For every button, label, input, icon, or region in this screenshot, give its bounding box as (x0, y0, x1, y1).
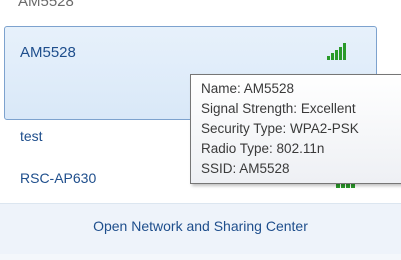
flyout-bottom-edge (0, 254, 401, 260)
network-name-selected[interactable]: AM5528 (20, 44, 76, 61)
network-item-top-partial-label: AM5528 (18, 0, 74, 9)
tooltip-ssid: SSID: AM5528 (201, 161, 290, 176)
network-details-tooltip: Name: AM5528 Signal Strength: Excellent … (190, 74, 401, 184)
open-network-sharing-center-link[interactable]: Open Network and Sharing Center (0, 218, 401, 234)
tooltip-radio-type: Radio Type: 802.11n (201, 141, 325, 156)
network-flyout: AM5528 AM5528 test RSC-AP630 Name: AM552… (0, 0, 401, 260)
tooltip-security-type: Security Type: WPA2-PSK (201, 121, 359, 136)
tooltip-name: Name: AM5528 (201, 81, 295, 96)
tooltip-signal-strength: Signal Strength: Excellent (201, 101, 356, 116)
network-item-top-partial[interactable]: AM5528 (18, 0, 74, 9)
network-item-test[interactable]: test (20, 128, 43, 144)
network-item-rsc-ap630[interactable]: RSC-AP630 (20, 170, 96, 186)
signal-strength-icon (327, 42, 349, 60)
